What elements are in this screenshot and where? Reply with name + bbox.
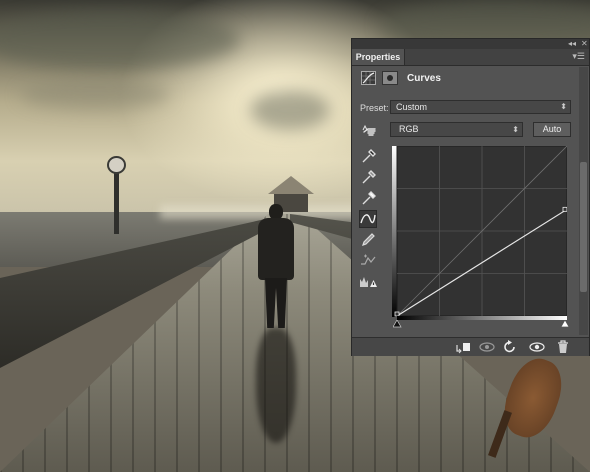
properties-panel: ◂◂ ✕ Properties ▾☰ Curves Preset: Custom… [351,38,590,356]
walking-man [256,204,296,328]
lamp-globe [107,156,126,174]
panel-titlebar[interactable]: ◂◂ ✕ [352,39,589,49]
lamp-post [114,168,119,234]
trash-icon[interactable] [555,340,571,354]
close-icon[interactable]: ✕ [581,39,588,49]
on-image-adjust-icon[interactable] [362,124,378,138]
man-shadow [256,328,296,443]
visibility-eye-icon[interactable] [529,340,545,354]
curves-adjustment-icon[interactable] [361,71,376,85]
clipping-warning-icon[interactable] [359,273,377,291]
edit-points-curve-icon[interactable] [359,210,377,228]
tab-properties[interactable]: Properties [352,49,405,65]
man-coat [258,218,294,280]
draw-pencil-icon[interactable] [359,231,377,249]
view-previous-state-icon[interactable] [479,340,495,354]
smooth-curve-icon[interactable] [359,252,377,270]
pavilion-roof [268,176,314,194]
curve-point-white[interactable] [562,206,567,212]
curves-graph[interactable] [392,146,567,317]
channel-dropdown[interactable]: RGB ⬍ [390,122,523,137]
panel-tabbar: Properties ▾☰ [352,49,589,66]
scrollbar-thumb[interactable] [580,162,587,292]
sample-gray-point-eyedropper-icon[interactable] [359,168,377,186]
sample-white-point-eyedropper-icon[interactable] [359,189,377,207]
clip-to-layer-icon[interactable] [455,340,471,354]
preset-label: Preset: [360,103,389,113]
black-point-slider[interactable] [393,320,402,328]
preset-dropdown[interactable]: Custom ⬍ [390,100,571,114]
cloud [250,90,330,130]
panel-bottom-toolbar [352,337,589,356]
panel-scrollbar[interactable] [579,67,588,335]
adjustment-title: Curves [407,73,441,84]
collapse-icon[interactable]: ◂◂ [568,39,576,49]
man-legs [265,278,287,328]
cloud [20,80,170,110]
channel-value: RGB [399,124,419,134]
reset-icon[interactable] [502,340,518,354]
layer-mask-icon[interactable] [382,71,398,85]
auto-button[interactable]: Auto [533,122,571,137]
preset-value: Custom [396,102,428,112]
white-point-slider[interactable] [560,320,569,328]
dropdown-arrow-icon: ⬍ [560,102,567,111]
sample-black-point-eyedropper-icon[interactable] [359,147,377,165]
dropdown-arrow-icon: ⬍ [512,125,519,134]
input-sliders [393,320,569,328]
panel-menu-icon[interactable]: ▾☰ [572,51,585,62]
